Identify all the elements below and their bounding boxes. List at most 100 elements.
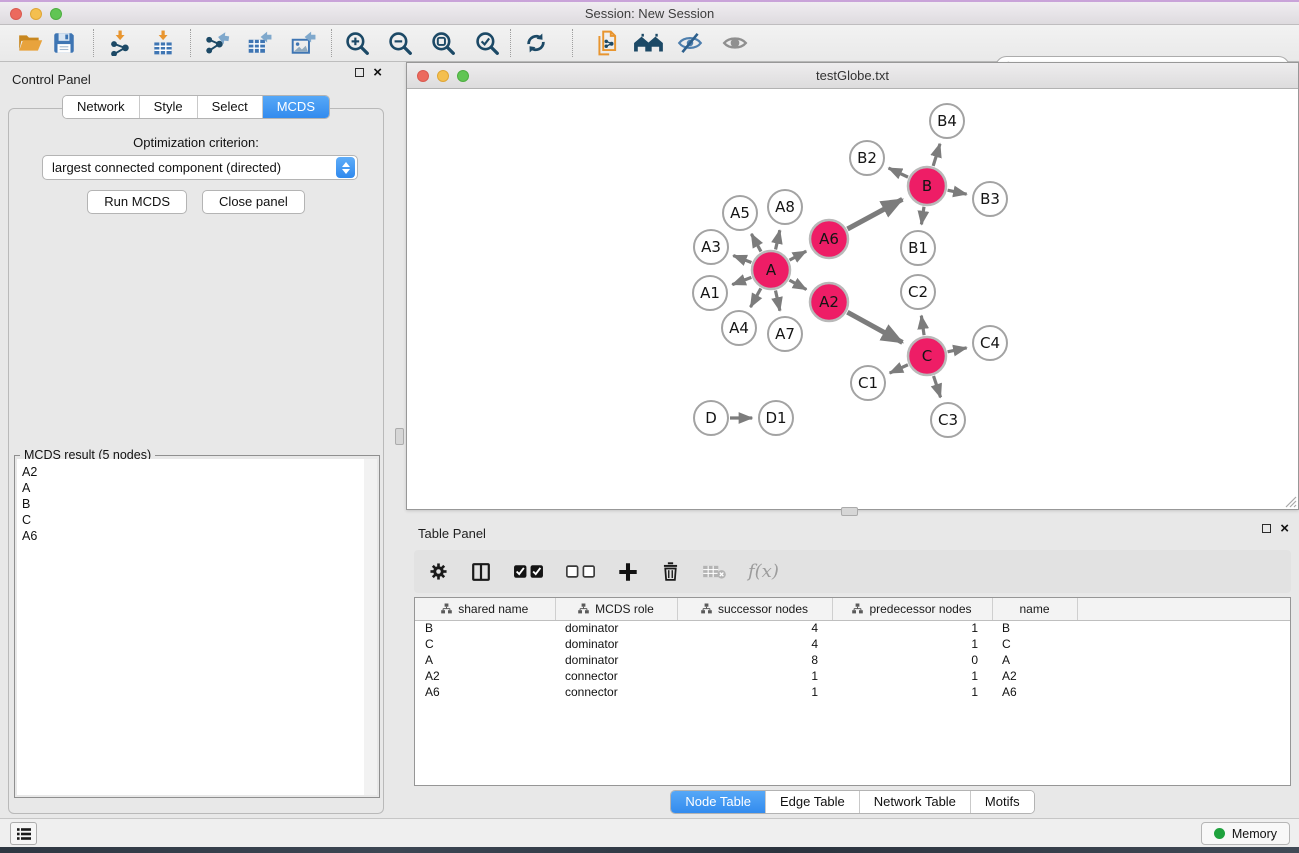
graph-edge-A-A4[interactable]: [751, 288, 761, 307]
graph-node-A[interactable]: A: [752, 251, 790, 289]
graph-edge-A-A2[interactable]: [789, 280, 806, 289]
cell-predecessor_nodes[interactable]: 0: [832, 652, 992, 668]
cell-successor_nodes[interactable]: 4: [677, 620, 832, 636]
scrollbar-track[interactable]: [364, 459, 377, 795]
graph-node-B4[interactable]: B4: [930, 104, 964, 138]
cell-mcds_role[interactable]: dominator: [555, 620, 677, 636]
graph-edge-B-B3[interactable]: [948, 190, 967, 194]
column-header-name[interactable]: name: [992, 598, 1077, 620]
graph-node-B1[interactable]: B1: [901, 231, 935, 265]
mcds-result-item[interactable]: B: [17, 496, 377, 512]
graph-node-A1[interactable]: A1: [693, 276, 727, 310]
table-row[interactable]: Bdominator41B: [415, 620, 1290, 636]
cell-mcds_role[interactable]: dominator: [555, 652, 677, 668]
table-row[interactable]: Adominator80A: [415, 652, 1290, 668]
network-graph-canvas[interactable]: B4B2BB3A5A8A6B1A3AA1C2A2A4A7C4CC1C3DD1: [407, 89, 1298, 509]
graph-node-A8[interactable]: A8: [768, 190, 802, 224]
zoom-selected-icon[interactable]: [474, 30, 500, 56]
cell-predecessor_nodes[interactable]: 1: [832, 684, 992, 700]
delete-table-icon[interactable]: [702, 563, 727, 580]
export-image-icon[interactable]: [290, 30, 316, 56]
graph-edge-A2-C[interactable]: [847, 312, 902, 342]
tab-network-table[interactable]: Network Table: [859, 791, 970, 813]
delete-column-icon[interactable]: [660, 561, 681, 582]
table-row[interactable]: A6connector11A6: [415, 684, 1290, 700]
graph-node-B2[interactable]: B2: [850, 141, 884, 175]
cell-shared_name[interactable]: A: [415, 652, 555, 668]
cell-predecessor_nodes[interactable]: 1: [832, 636, 992, 652]
cell-name[interactable]: A: [992, 652, 1077, 668]
network-window-titlebar[interactable]: testGlobe.txt: [407, 63, 1298, 89]
cell-name[interactable]: C: [992, 636, 1077, 652]
graph-edge-A-A8[interactable]: [776, 230, 780, 249]
cell-predecessor_nodes[interactable]: 1: [832, 668, 992, 684]
graph-node-B[interactable]: B: [908, 167, 946, 205]
cell-shared_name[interactable]: A2: [415, 668, 555, 684]
graph-edge-A-A3[interactable]: [733, 256, 751, 263]
close-panel-icon[interactable]: ×: [373, 68, 382, 77]
cell-name[interactable]: A2: [992, 668, 1077, 684]
export-network-icon[interactable]: [204, 30, 230, 56]
cell-name[interactable]: B: [992, 620, 1077, 636]
clone-network-icon[interactable]: [594, 30, 620, 56]
graph-edge-C-C3[interactable]: [934, 376, 941, 397]
function-builder-icon[interactable]: f(x): [748, 561, 779, 582]
cell-shared_name[interactable]: A6: [415, 684, 555, 700]
column-header-successor-nodes[interactable]: successor nodes: [677, 598, 832, 620]
float-table-panel-icon[interactable]: [1262, 524, 1271, 533]
task-history-button[interactable]: [10, 822, 37, 845]
node-table-container[interactable]: shared nameMCDS rolesuccessor nodesprede…: [414, 597, 1291, 786]
import-network-icon[interactable]: [107, 30, 133, 56]
graph-node-C[interactable]: C: [908, 337, 946, 375]
graph-node-A2[interactable]: A2: [810, 283, 848, 321]
cell-successor_nodes[interactable]: 1: [677, 668, 832, 684]
zoom-in-icon[interactable]: [344, 30, 370, 56]
close-table-panel-icon[interactable]: ×: [1280, 524, 1289, 533]
graph-edge-A6-B[interactable]: [847, 199, 902, 229]
graph-node-A5[interactable]: A5: [723, 196, 757, 230]
column-header-predecessor-nodes[interactable]: predecessor nodes: [832, 598, 992, 620]
cell-mcds_role[interactable]: dominator: [555, 636, 677, 652]
table-row[interactable]: Cdominator41C: [415, 636, 1290, 652]
criterion-dropdown[interactable]: largest connected component (directed): [42, 155, 358, 180]
mcds-result-list[interactable]: A2ABCA6: [17, 459, 377, 795]
graph-edge-B-B4[interactable]: [933, 144, 940, 166]
graph-node-C3[interactable]: C3: [931, 403, 965, 437]
show-graphics-details-icon[interactable]: [722, 30, 748, 56]
graph-node-A7[interactable]: A7: [768, 317, 802, 351]
graph-edge-B-B1[interactable]: [921, 207, 924, 225]
cell-name[interactable]: A6: [992, 684, 1077, 700]
memory-button[interactable]: Memory: [1201, 822, 1290, 845]
export-table-icon[interactable]: [246, 30, 272, 56]
tab-edge-table[interactable]: Edge Table: [765, 791, 859, 813]
graph-node-D1[interactable]: D1: [759, 401, 793, 435]
tab-motifs[interactable]: Motifs: [970, 791, 1034, 813]
float-panel-icon[interactable]: [355, 68, 364, 77]
save-session-icon[interactable]: [51, 30, 77, 56]
cell-mcds_role[interactable]: connector: [555, 668, 677, 684]
tab-mcds[interactable]: MCDS: [262, 96, 329, 118]
graph-edge-A-A7[interactable]: [775, 291, 779, 311]
graph-node-C1[interactable]: C1: [851, 366, 885, 400]
graph-edge-A-A5[interactable]: [751, 234, 761, 252]
tab-node-table[interactable]: Node Table: [671, 791, 765, 813]
tab-select[interactable]: Select: [197, 96, 262, 118]
add-column-icon[interactable]: [617, 561, 639, 583]
refresh-layout-icon[interactable]: [523, 30, 549, 56]
zoom-out-icon[interactable]: [387, 30, 413, 56]
mcds-result-item[interactable]: A2: [17, 464, 377, 480]
select-all-checkboxes-icon[interactable]: [513, 563, 544, 580]
graph-node-A4[interactable]: A4: [722, 311, 756, 345]
graph-node-A3[interactable]: A3: [694, 230, 728, 264]
run-mcds-button[interactable]: Run MCDS: [87, 190, 187, 214]
graph-edge-C-C1[interactable]: [890, 365, 908, 373]
cell-mcds_role[interactable]: connector: [555, 684, 677, 700]
mcds-result-item[interactable]: A6: [17, 528, 377, 544]
open-session-icon[interactable]: [17, 30, 43, 56]
show-all-panels-icon[interactable]: [633, 30, 665, 56]
graph-edge-A-A6[interactable]: [790, 251, 807, 260]
graph-edge-B-B2[interactable]: [889, 168, 908, 177]
graph-node-C2[interactable]: C2: [901, 275, 935, 309]
close-panel-button[interactable]: Close panel: [202, 190, 305, 214]
column-header-MCDS-role[interactable]: MCDS role: [555, 598, 677, 620]
